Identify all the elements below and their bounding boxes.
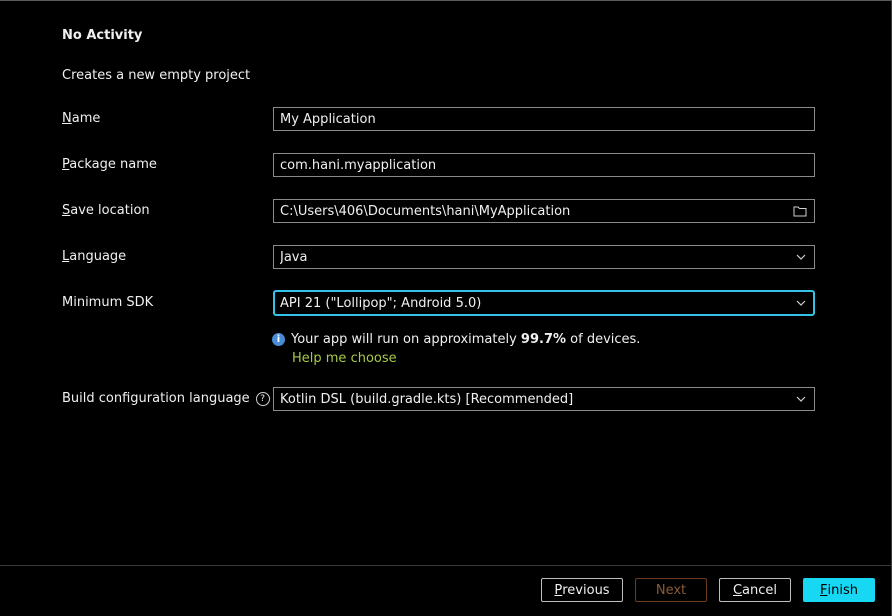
language-label: Language — [62, 249, 126, 264]
coverage-text: Your app will run on approximately 99.7%… — [291, 332, 640, 347]
chevron-down-icon — [794, 392, 808, 406]
name-field-value: My Application — [280, 111, 376, 127]
question-icon[interactable]: ? — [255, 391, 270, 406]
package-label-text: ackage name — [69, 157, 157, 172]
save-location-label-text: ave location — [70, 203, 150, 218]
save-location-value: C:\Users\406\Documents\hani\MyApplicatio… — [280, 203, 571, 219]
min-sdk-label: Minimum SDK — [62, 295, 154, 310]
min-sdk-select[interactable]: API 21 ("Lollipop"; Android 5.0) — [273, 290, 815, 316]
build-config-label: Build configuration language? — [62, 391, 270, 406]
page-subtitle: Creates a new empty project — [62, 68, 251, 83]
coverage-percent: 99.7% — [520, 332, 567, 347]
finish-label: inish — [827, 582, 858, 598]
language-select[interactable]: Java — [273, 245, 815, 269]
build-config-value: Kotlin DSL (build.gradle.kts) [Recommend… — [280, 391, 574, 407]
chevron-down-icon — [794, 250, 808, 264]
language-value: Java — [280, 249, 308, 265]
name-label-text: ame — [71, 111, 101, 126]
package-name-value: com.hani.myapplication — [280, 157, 437, 173]
chevron-down-icon — [794, 296, 808, 310]
cancel-label: ancel — [742, 582, 778, 598]
build-config-label-text: Build configuration language — [62, 391, 250, 406]
name-field[interactable]: My Application — [273, 107, 815, 131]
name-label-mnemonic: N — [62, 111, 72, 126]
name-label: Name — [62, 111, 100, 126]
cancel-button[interactable]: Cancel — [719, 578, 791, 602]
package-label: Package name — [62, 157, 157, 172]
coverage-suffix: of devices. — [566, 332, 641, 347]
page-title: No Activity — [62, 28, 143, 43]
build-config-select[interactable]: Kotlin DSL (build.gradle.kts) [Recommend… — [273, 387, 815, 411]
device-coverage-info: i Your app will run on approximately 99.… — [272, 332, 640, 347]
finish-button[interactable]: Finish — [803, 578, 875, 602]
previous-label: revious — [562, 582, 610, 598]
cancel-mnemonic: C — [732, 582, 743, 598]
folder-icon[interactable] — [792, 204, 808, 218]
previous-mnemonic: P — [554, 582, 563, 598]
min-sdk-value: API 21 ("Lollipop"; Android 5.0) — [280, 295, 482, 311]
finish-mnemonic: F — [820, 582, 828, 598]
footer-divider — [0, 565, 892, 566]
help-me-choose-link[interactable]: Help me choose — [292, 351, 397, 366]
previous-button[interactable]: Previous — [541, 578, 623, 602]
next-button[interactable]: Next — [635, 578, 707, 602]
info-icon: i — [272, 333, 285, 346]
save-location-field[interactable]: C:\Users\406\Documents\hani\MyApplicatio… — [273, 199, 815, 223]
coverage-prefix: Your app will run on approximately — [291, 332, 521, 347]
package-name-field[interactable]: com.hani.myapplication — [273, 153, 815, 177]
language-label-text: anguage — [69, 249, 127, 264]
save-location-label: Save location — [62, 203, 150, 218]
